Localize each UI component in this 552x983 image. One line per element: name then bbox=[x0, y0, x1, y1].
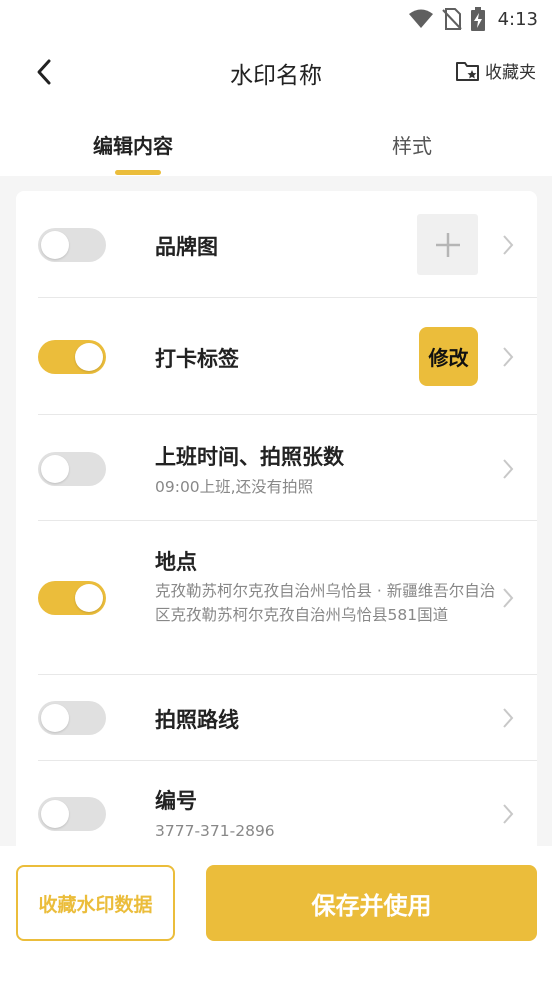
save-and-use-button[interactable]: 保存并使用 bbox=[206, 865, 537, 941]
toggle-knob bbox=[75, 584, 103, 612]
favorites-label: 收藏夹 bbox=[485, 63, 536, 83]
row-title: 拍照路线 bbox=[155, 708, 239, 732]
toggle-brand-image[interactable] bbox=[38, 228, 106, 262]
add-brand-image-button[interactable] bbox=[417, 214, 478, 275]
status-icons: 4:13 bbox=[408, 6, 538, 32]
row-subtitle: 3777-371-2896 bbox=[155, 822, 275, 840]
edit-tag-button[interactable]: 修改 bbox=[419, 327, 478, 386]
row-subtitle: 09:00上班,还没有拍照 bbox=[155, 478, 314, 496]
toggle-knob bbox=[41, 455, 69, 483]
folder-star-icon bbox=[456, 61, 479, 81]
row-location[interactable]: 地点 克孜勒苏柯尔克孜自治州乌恰县 · 新疆维吾尔自治区克孜勒苏柯尔克孜自治州乌… bbox=[16, 521, 537, 675]
toggle-serial-number[interactable] bbox=[38, 797, 106, 831]
toggle-work-time[interactable] bbox=[38, 452, 106, 486]
header: 水印名称 收藏夹 bbox=[0, 40, 552, 104]
chevron-right-icon bbox=[503, 459, 514, 479]
toggle-knob bbox=[41, 231, 69, 259]
wifi-icon bbox=[408, 9, 433, 28]
tab-style[interactable]: 样式 bbox=[392, 130, 432, 159]
toggle-photo-route[interactable] bbox=[38, 701, 106, 735]
toggle-location[interactable] bbox=[38, 581, 106, 615]
row-brand-image[interactable]: 品牌图 bbox=[16, 191, 537, 298]
toggle-knob bbox=[41, 800, 69, 828]
bottom-action-bar: 收藏水印数据 保存并使用 bbox=[0, 846, 552, 983]
row-photo-route[interactable]: 拍照路线 bbox=[16, 675, 537, 761]
status-time: 4:13 bbox=[497, 8, 538, 30]
row-checkin-tag[interactable]: 打卡标签 修改 bbox=[16, 298, 537, 415]
row-work-time[interactable]: 上班时间、拍照张数 09:00上班,还没有拍照 bbox=[16, 415, 537, 521]
battery-charging-icon bbox=[470, 7, 485, 31]
settings-card: 品牌图 打卡标签 修改 上班时间、拍照张数 09:00上班,还没有拍照 地点 克… bbox=[16, 191, 537, 871]
row-title: 品牌图 bbox=[155, 235, 218, 259]
chevron-right-icon bbox=[503, 708, 514, 728]
tab-bar: 编辑内容 样式 bbox=[0, 104, 552, 176]
status-bar: 4:13 bbox=[0, 0, 552, 40]
row-title: 地点 bbox=[155, 550, 197, 574]
row-subtitle: 克孜勒苏柯尔克孜自治州乌恰县 · 新疆维吾尔自治区克孜勒苏柯尔克孜自治州乌恰县5… bbox=[155, 582, 496, 624]
row-title: 编号 bbox=[155, 789, 197, 813]
toggle-knob bbox=[75, 343, 103, 371]
toggle-knob bbox=[41, 704, 69, 732]
favorites-button[interactable]: 收藏夹 bbox=[455, 58, 536, 83]
active-tab-indicator bbox=[115, 170, 161, 175]
chevron-right-icon bbox=[503, 347, 514, 367]
no-sim-icon bbox=[441, 8, 462, 30]
chevron-right-icon bbox=[503, 804, 514, 824]
chevron-right-icon bbox=[503, 588, 514, 608]
plus-icon bbox=[435, 232, 460, 257]
row-title: 打卡标签 bbox=[155, 347, 239, 371]
tab-edit-content[interactable]: 编辑内容 bbox=[93, 130, 173, 159]
chevron-right-icon bbox=[503, 235, 514, 255]
save-watermark-data-button[interactable]: 收藏水印数据 bbox=[16, 865, 175, 941]
toggle-checkin-tag[interactable] bbox=[38, 340, 106, 374]
row-title: 上班时间、拍照张数 bbox=[155, 445, 344, 469]
